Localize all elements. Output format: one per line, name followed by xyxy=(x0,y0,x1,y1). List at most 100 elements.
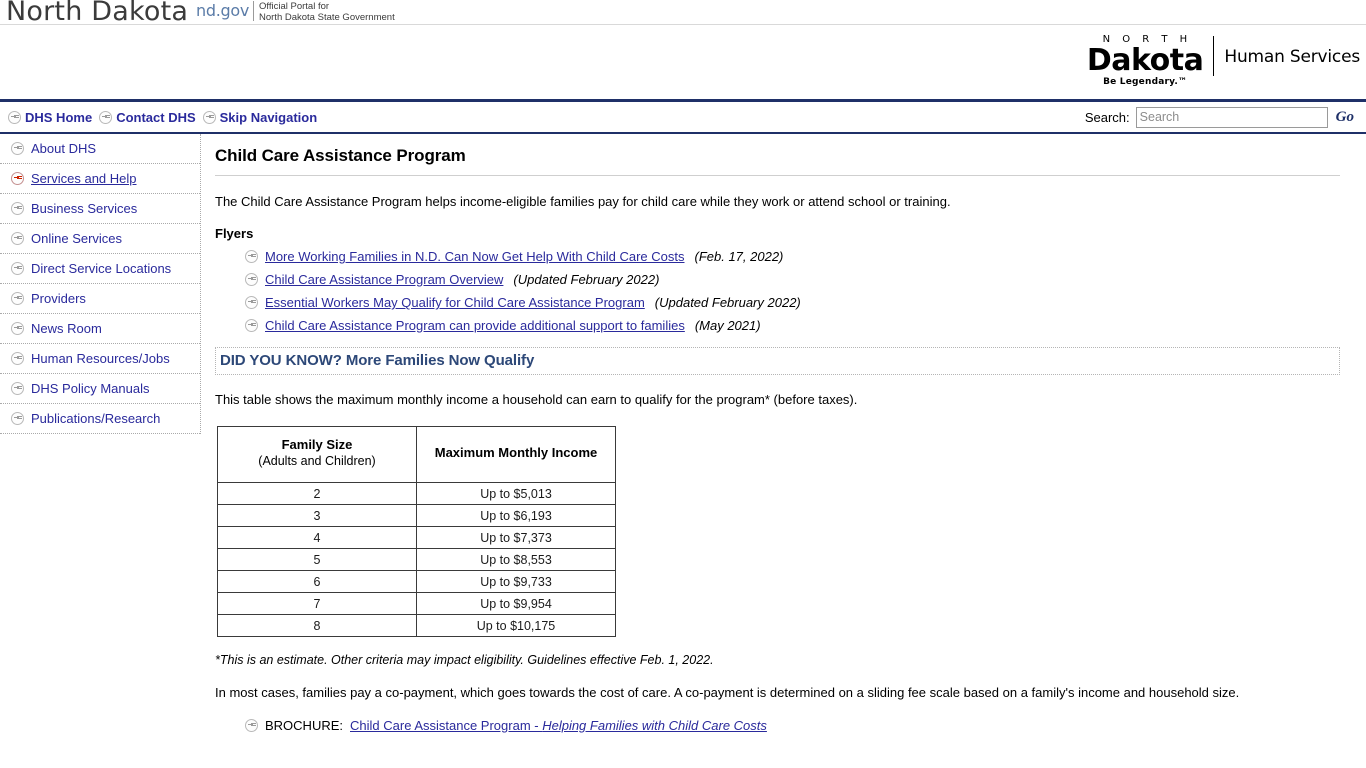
sidebar-item-label: Publications/Research xyxy=(31,411,161,426)
sidebar-item-label: Providers xyxy=(31,291,86,306)
cell-max-income: Up to $5,013 xyxy=(416,482,616,505)
sidebar-item-about-dhs[interactable]: About DHS xyxy=(0,134,200,164)
list-item: Child Care Assistance Program Overview (… xyxy=(245,272,1340,287)
circle-arrow-icon xyxy=(245,319,258,332)
circle-arrow-icon xyxy=(8,110,21,124)
sidebar-item-label: DHS Policy Manuals xyxy=(31,381,150,396)
flyer-date: (Updated February 2022) xyxy=(513,272,660,287)
circle-arrow-icon xyxy=(245,296,258,309)
cell-max-income: Up to $6,193 xyxy=(416,504,616,527)
sidebar-item-services-and-help[interactable]: Services and Help xyxy=(0,164,200,194)
table-row: 8 Up to $10,175 xyxy=(217,614,616,637)
quick-link-skip-navigation[interactable]: Skip Navigation xyxy=(218,110,323,125)
cell-family-size: 7 xyxy=(217,592,417,615)
column-header-family-size-sub: (Adults and Children) xyxy=(258,454,376,468)
column-header-family-size: Family Size (Adults and Children) xyxy=(217,426,417,483)
sidebar-item-label: Online Services xyxy=(31,231,123,246)
sidebar-item-online-services[interactable]: Online Services xyxy=(0,224,200,254)
circle-arrow-icon xyxy=(11,142,24,155)
table-footnote: *This is an estimate. Other criteria may… xyxy=(215,653,714,667)
state-banner: North Dakota nd.gov Official Portal for … xyxy=(0,0,1366,27)
sidebar-item-providers[interactable]: Providers xyxy=(0,284,200,314)
sidebar-item-publications-research[interactable]: Publications/Research xyxy=(0,404,200,434)
circle-arrow-icon xyxy=(11,352,24,365)
circle-arrow-icon xyxy=(245,250,258,263)
circle-arrow-icon xyxy=(245,273,258,286)
circle-arrow-icon xyxy=(202,110,216,124)
cell-family-size: 5 xyxy=(217,548,417,571)
sidebar-item-label: Services and Help xyxy=(31,171,137,186)
search-label: Search: xyxy=(1084,109,1130,125)
ndgov-tagline-line1: Official Portal for xyxy=(259,1,330,12)
flyer-date: (Updated February 2022) xyxy=(654,295,801,310)
brochure-line: BROCHURE: Child Care Assistance Program … xyxy=(245,718,1340,733)
circle-arrow-icon xyxy=(99,110,113,124)
sidebar-item-human-resources-jobs[interactable]: Human Resources/Jobs xyxy=(0,344,200,374)
circle-arrow-icon xyxy=(11,232,24,245)
flyers-list: More Working Families in N.D. Can Now Ge… xyxy=(215,249,1340,333)
sidebar-item-business-services[interactable]: Business Services xyxy=(0,194,200,224)
circle-arrow-icon xyxy=(11,172,24,185)
agency-header: N O R T H Dakota Be Legendary.™ Human Se… xyxy=(0,25,1366,102)
income-eligibility-table: Family Size (Adults and Children) Maximu… xyxy=(217,426,616,637)
circle-arrow-icon xyxy=(11,382,24,395)
flyer-link[interactable]: Essential Workers May Qualify for Child … xyxy=(265,295,645,310)
did-you-know-heading: DID YOU KNOW? More Families Now Qualify xyxy=(220,352,535,369)
search-go-button[interactable]: Go xyxy=(1334,109,1356,126)
cell-family-size: 6 xyxy=(217,570,417,593)
table-row: 3 Up to $6,193 xyxy=(217,504,616,527)
search-input[interactable] xyxy=(1135,106,1328,128)
table-row: 4 Up to $7,373 xyxy=(217,526,616,549)
sidebar-item-label: About DHS xyxy=(31,141,97,156)
list-item: Essential Workers May Qualify for Child … xyxy=(245,295,1340,310)
quick-links: DHS Home Contact DHS Skip Navigation xyxy=(8,102,322,132)
ndgov-logo[interactable]: nd.gov xyxy=(196,1,254,21)
cell-family-size: 3 xyxy=(217,504,417,527)
sidebar-item-label: News Room xyxy=(31,321,102,336)
quick-link-contact-dhs[interactable]: Contact DHS xyxy=(114,110,200,125)
cell-family-size: 4 xyxy=(217,526,417,549)
utility-nav: DHS Home Contact DHS Skip Navigation Sea… xyxy=(0,102,1366,134)
sidebar: About DHS Services and Help Business Ser… xyxy=(0,134,201,434)
page-title: Child Care Assistance Program xyxy=(215,146,1340,176)
column-header-maximum-monthly-income: Maximum Monthly Income xyxy=(416,426,616,483)
dhs-logo[interactable]: N O R T H Dakota Be Legendary.™ Human Se… xyxy=(1087,29,1360,93)
search-area: Search: Go xyxy=(1085,102,1356,132)
logo-dakota-text: Dakota xyxy=(1086,43,1204,78)
logo-tagline-text: Be Legendary.™ xyxy=(1103,77,1188,87)
list-item: Child Care Assistance Program can provid… xyxy=(245,318,1340,333)
sidebar-item-direct-service-locations[interactable]: Direct Service Locations xyxy=(0,254,200,284)
flyer-link[interactable]: More Working Families in N.D. Can Now Ge… xyxy=(265,249,685,264)
sidebar-item-label: Direct Service Locations xyxy=(31,261,172,276)
cell-family-size: 2 xyxy=(217,482,417,505)
logo-divider xyxy=(1213,36,1215,76)
flyer-date: (Feb. 17, 2022) xyxy=(694,249,784,264)
main-content: Child Care Assistance Program The Child … xyxy=(201,134,1366,733)
quick-link-dhs-home[interactable]: DHS Home xyxy=(23,110,97,125)
circle-arrow-icon xyxy=(11,292,24,305)
table-row: 7 Up to $9,954 xyxy=(217,592,616,615)
flyer-link[interactable]: Child Care Assistance Program can provid… xyxy=(265,318,685,333)
list-item: More Working Families in N.D. Can Now Ge… xyxy=(245,249,1340,264)
brochure-link[interactable]: Child Care Assistance Program - Helping … xyxy=(350,718,767,733)
sidebar-item-dhs-policy-manuals[interactable]: DHS Policy Manuals xyxy=(0,374,200,404)
brochure-link-italic: Helping Families with Child Care Costs xyxy=(542,718,767,733)
brochure-label: BROCHURE: xyxy=(265,718,344,733)
cell-max-income: Up to $8,553 xyxy=(416,548,616,571)
dhs-logo-dakota-lockup: N O R T H Dakota Be Legendary.™ xyxy=(1087,35,1214,87)
north-dakota-wordmark: North Dakota xyxy=(6,0,189,27)
flyer-link[interactable]: Child Care Assistance Program Overview xyxy=(265,272,503,287)
page-body: About DHS Services and Help Business Ser… xyxy=(0,134,1366,766)
sidebar-item-news-room[interactable]: News Room xyxy=(0,314,200,344)
logo-division-text: Human Services xyxy=(1224,47,1360,67)
table-row: 2 Up to $5,013 xyxy=(217,482,616,505)
ndgov-tagline: Official Portal for North Dakota State G… xyxy=(254,1,395,23)
sidebar-item-label: Business Services xyxy=(31,201,138,216)
cell-family-size: 8 xyxy=(217,614,417,637)
brochure-link-plain: Child Care Assistance Program - xyxy=(350,718,543,733)
cell-max-income: Up to $9,954 xyxy=(416,592,616,615)
ndgov-portal-block[interactable]: nd.gov Official Portal for North Dakota … xyxy=(196,1,395,23)
flyers-heading: Flyers xyxy=(215,226,254,241)
flyer-date: (May 2021) xyxy=(694,318,761,333)
column-header-family-size-main: Family Size xyxy=(281,437,353,452)
